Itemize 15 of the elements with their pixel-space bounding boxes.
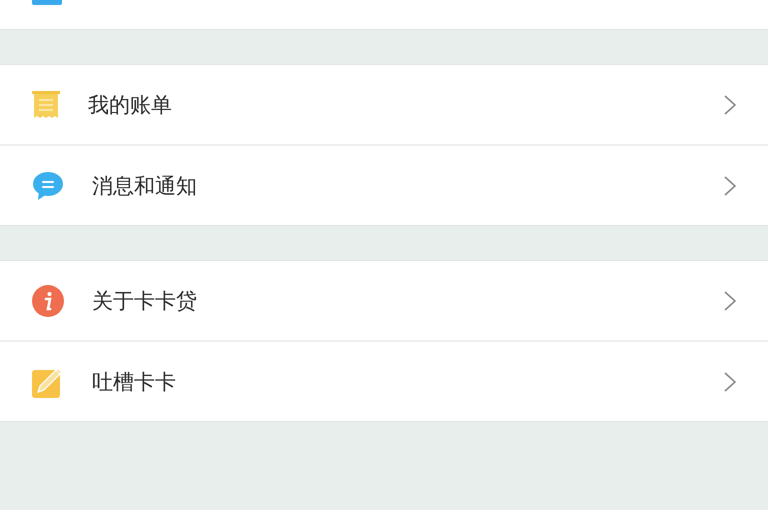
menu-item-label: 消息和通知: [92, 172, 198, 200]
menu-item-label: 关于卡卡贷: [92, 288, 198, 314]
menu-item[interactable]: 我的账单: [0, 65, 768, 144]
menu-item-label: 我的账单: [88, 92, 173, 118]
info-icon: [32, 284, 64, 316]
chevron-right-icon: [724, 290, 736, 310]
menu-item[interactable]: 关于卡卡贷: [0, 261, 768, 340]
menu-item[interactable]: 消息和通知: [0, 146, 768, 225]
receipt-icon: [32, 90, 60, 120]
menu-item[interactable]: 吐槽卡卡: [0, 342, 768, 421]
chevron-right-icon: [724, 94, 736, 114]
menu-item-label: 吐槽卡卡: [92, 368, 177, 396]
chevron-right-icon: [724, 372, 736, 392]
chat-bubble-icon: [32, 170, 64, 200]
chevron-right-icon: [724, 176, 736, 196]
